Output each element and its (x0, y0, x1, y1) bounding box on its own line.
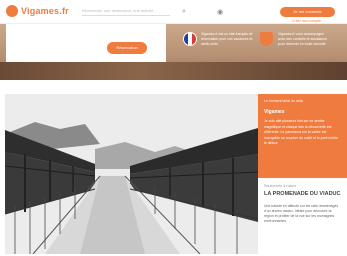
logo-text: Vigames.fr (21, 6, 69, 16)
user-icon[interactable]: ◉ (214, 6, 226, 18)
reservation-button[interactable]: Réservation (107, 42, 147, 54)
bridge-photo (5, 94, 258, 254)
shield-icon (260, 32, 273, 46)
feature-text: Vigames.fr est un site français de réser… (201, 32, 253, 46)
article-kicker: Randonnée & nature (264, 184, 297, 188)
info-text: Je suis allé plusieurs fois sur ce senti… (264, 119, 339, 145)
article-card[interactable]: Randonnée & nature LA PROMENADE DU VIADU… (258, 178, 347, 256)
search-icon[interactable]: ⌕ (178, 6, 190, 18)
france-flag-icon (183, 32, 197, 46)
article-text: Une balade en altitude sur les rails réa… (264, 203, 339, 224)
article-title[interactable]: LA PROMENADE DU VIADUC (264, 191, 341, 198)
site-header: Vigames.fr Rechercher une destination, u… (0, 0, 347, 24)
hero-band-dark (0, 62, 347, 80)
logo-mark-icon (6, 5, 18, 17)
info-kicker: Le moment idéal du mois (264, 99, 304, 103)
signup-link[interactable]: Créer mon compte (292, 19, 321, 23)
site-logo[interactable]: Vigames.fr (6, 5, 69, 17)
search-input[interactable]: Rechercher une destination, une activité… (82, 6, 170, 16)
info-title: Vigames (264, 109, 285, 115)
feature-text: Vigames.fr vous accompagne avec des cons… (278, 32, 328, 46)
feature-secure: Vigames.fr vous accompagne avec des cons… (260, 30, 330, 60)
feature-french: Vigames.fr est un site français de réser… (183, 30, 253, 60)
info-box: Le moment idéal du mois Vigames Je suis … (258, 94, 347, 178)
bridge-illustration (5, 94, 258, 254)
login-button[interactable]: Je me connecte (280, 7, 335, 17)
